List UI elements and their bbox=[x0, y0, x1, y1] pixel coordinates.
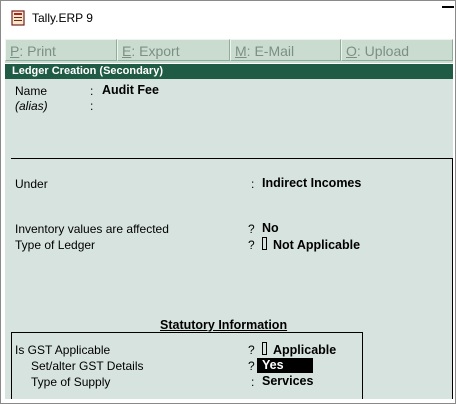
ledger-type-question: ? bbox=[248, 238, 255, 252]
button-bar: P: Print E: Export M: E-Mail O: Upload bbox=[5, 39, 453, 63]
under-colon: : bbox=[251, 177, 255, 191]
supply-type-field[interactable]: Services bbox=[262, 374, 313, 388]
gst-applicable-label: Is GST Applicable bbox=[15, 343, 111, 357]
email-hotkey: M bbox=[235, 43, 247, 59]
tally-app-icon bbox=[11, 10, 25, 26]
statutory-title: Statutory Information bbox=[160, 318, 288, 332]
title-bar: Tally.ERP 9 bbox=[1, 1, 455, 34]
email-label: : E-Mail bbox=[246, 43, 295, 59]
supply-type-colon: : bbox=[251, 375, 255, 389]
screen-header: Ledger Creation (Secondary) bbox=[5, 64, 453, 79]
screen-title: Ledger Creation (Secondary) bbox=[12, 65, 163, 77]
minimize-icon[interactable] bbox=[442, 6, 454, 8]
section-divider bbox=[11, 158, 453, 159]
gst-applicable-question: ? bbox=[248, 343, 255, 357]
gst-details-value: Yes bbox=[262, 358, 284, 372]
name-colon: : bbox=[90, 84, 94, 98]
ledger-type-field[interactable]: Not Applicable bbox=[262, 237, 360, 252]
dropdown-marker-icon bbox=[262, 342, 267, 355]
gst-details-question: ? bbox=[248, 359, 255, 373]
supply-type-label: Type of Supply bbox=[31, 375, 111, 389]
print-label: : Print bbox=[19, 43, 56, 59]
export-hotkey: E bbox=[122, 43, 132, 59]
upload-button[interactable]: O: Upload bbox=[341, 39, 453, 61]
inventory-field[interactable]: No bbox=[262, 221, 279, 235]
under-field[interactable]: Indirect Incomes bbox=[262, 176, 361, 190]
ledger-type-label: Type of Ledger bbox=[15, 238, 96, 252]
gst-details-field[interactable]: Yes bbox=[257, 358, 313, 373]
name-field[interactable]: Audit Fee bbox=[102, 83, 159, 97]
export-button[interactable]: E: Export bbox=[117, 39, 230, 61]
print-hotkey: P bbox=[10, 43, 20, 59]
gst-details-label: Set/alter GST Details bbox=[31, 359, 144, 373]
name-label: Name bbox=[15, 84, 48, 98]
email-button[interactable]: M: E-Mail bbox=[230, 39, 341, 61]
upload-label: : Upload bbox=[356, 43, 410, 59]
gst-applicable-value: Applicable bbox=[273, 343, 337, 357]
under-label: Under bbox=[15, 177, 48, 191]
gst-applicable-field[interactable]: Applicable bbox=[262, 342, 336, 357]
ledger-type-value: Not Applicable bbox=[273, 238, 361, 252]
window-title: Tally.ERP 9 bbox=[32, 11, 93, 25]
alias-colon: : bbox=[90, 99, 94, 113]
tally-window: Tally.ERP 9 P: Print E: Export M: E-Mail… bbox=[0, 0, 456, 404]
ledger-form: Name : Audit Fee (alias) : Under : Indir… bbox=[5, 79, 453, 399]
inventory-question: ? bbox=[248, 222, 255, 236]
print-button[interactable]: P: Print bbox=[5, 39, 117, 61]
export-label: : Export bbox=[131, 43, 180, 59]
upload-hotkey: O bbox=[346, 43, 357, 59]
alias-label: (alias) bbox=[15, 99, 48, 113]
inventory-label: Inventory values are affected bbox=[15, 222, 169, 236]
dropdown-marker-icon bbox=[262, 237, 267, 250]
right-border bbox=[452, 159, 453, 399]
